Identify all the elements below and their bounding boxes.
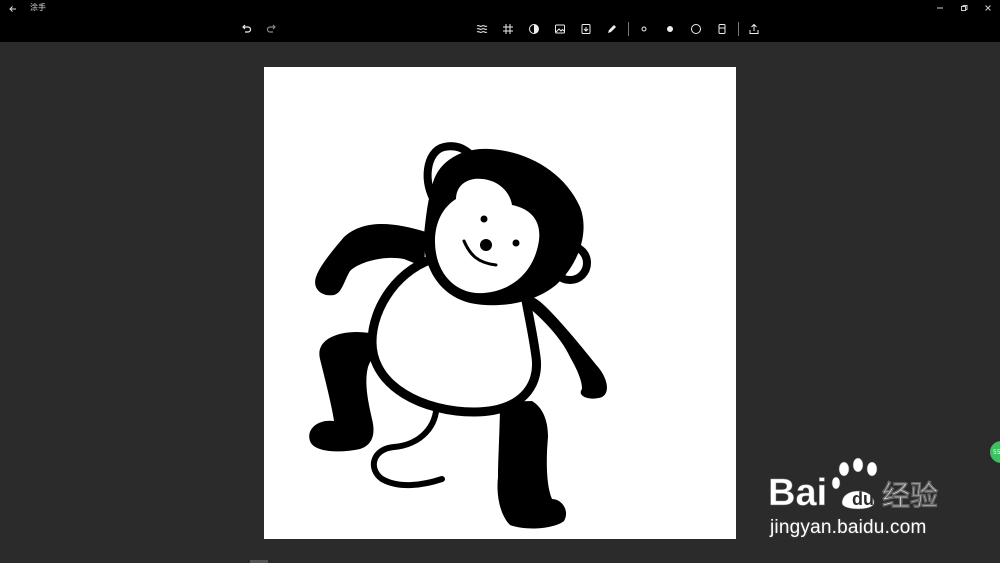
drawing-canvas[interactable] xyxy=(264,67,736,539)
undo-icon xyxy=(242,24,252,33)
close-icon xyxy=(985,5,991,11)
grid-button[interactable] xyxy=(499,20,517,38)
contrast-button[interactable] xyxy=(525,20,543,38)
share-icon xyxy=(749,23,759,34)
app-title: 涂手 xyxy=(30,3,46,12)
large-circle-icon xyxy=(691,24,701,34)
image-button[interactable] xyxy=(551,20,569,38)
brush-small-button[interactable] xyxy=(635,20,653,38)
redo-icon xyxy=(266,24,276,33)
share-button[interactable] xyxy=(745,20,763,38)
brush-medium-button[interactable] xyxy=(661,20,679,38)
svg-text:du: du xyxy=(852,489,874,509)
watermark: Bai du 经验 jingyan.baidu.com xyxy=(764,455,954,545)
toolbar-divider xyxy=(628,22,629,36)
import-button[interactable] xyxy=(577,20,595,38)
pen-button[interactable] xyxy=(603,20,621,38)
minimize-icon xyxy=(937,7,943,9)
watermark-logo: Bai du 经验 xyxy=(768,457,938,514)
undo-button[interactable] xyxy=(237,20,255,38)
monkey-drawing xyxy=(309,142,607,529)
badge-text: 55 xyxy=(993,448,1000,456)
small-dot-icon xyxy=(641,26,647,32)
contrast-icon xyxy=(529,24,539,34)
toolbar xyxy=(0,16,1000,42)
watermark-url: jingyan.baidu.com xyxy=(770,517,927,538)
title-bar: 涂手 xyxy=(0,0,1000,16)
back-button[interactable] xyxy=(6,1,20,15)
restore-icon xyxy=(961,5,968,11)
brush-large-button[interactable] xyxy=(687,20,705,38)
svg-text:经验: 经验 xyxy=(882,479,938,512)
import-icon xyxy=(581,24,591,34)
image-icon xyxy=(555,24,565,34)
pen-icon xyxy=(608,25,616,33)
restore-button[interactable] xyxy=(951,0,977,16)
grid-icon xyxy=(503,24,513,34)
svg-text:Bai: Bai xyxy=(768,472,827,514)
toolbar-divider xyxy=(738,22,739,36)
minimize-button[interactable] xyxy=(927,0,953,16)
texture-button[interactable] xyxy=(473,20,491,38)
redo-button[interactable] xyxy=(263,20,281,38)
texture-icon xyxy=(476,25,488,33)
back-arrow-icon xyxy=(9,6,16,12)
close-button[interactable] xyxy=(975,0,1000,16)
eraser-icon xyxy=(718,24,726,34)
medium-dot-icon xyxy=(667,26,673,32)
eraser-button[interactable] xyxy=(713,20,731,38)
